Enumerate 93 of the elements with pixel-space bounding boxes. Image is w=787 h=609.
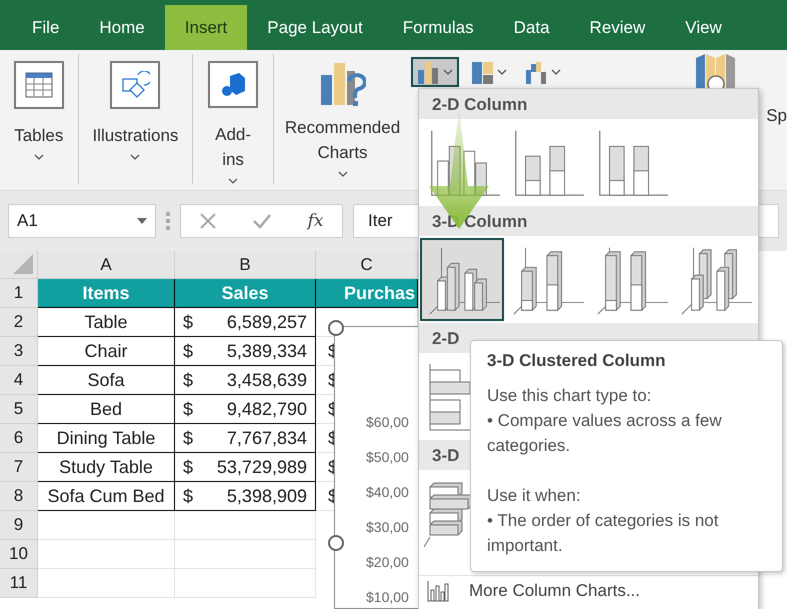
table-cell: Bed [38, 395, 175, 424]
name-box[interactable]: A1 [8, 204, 156, 238]
currency-symbol: $ [183, 398, 194, 420]
header-cell: Purchas [316, 279, 418, 308]
table-cell: 7,767,834 [226, 428, 307, 448]
hierarchy-chart-icon [471, 60, 494, 84]
group-label[interactable]: Illustrations [92, 123, 178, 148]
resize-handle[interactable] [328, 320, 344, 336]
currency-symbol: $ [183, 340, 194, 362]
corner-triangle-icon [13, 254, 33, 274]
chart-option[interactable] [420, 238, 504, 321]
tooltip-text: Use it when: • The order of categories is not important. [487, 485, 720, 557]
axis-label: $40,00 [366, 483, 409, 501]
ribbon-tab[interactable]: Review [570, 5, 666, 50]
column-header[interactable]: C [316, 251, 418, 279]
empty-cell[interactable] [175, 511, 316, 540]
axis-label: $30,00 [366, 518, 409, 536]
grip-icon [166, 212, 170, 230]
dropdown-arrow-icon[interactable] [137, 218, 147, 224]
column-header[interactable]: A [38, 251, 175, 279]
row-header[interactable]: 4 [0, 366, 38, 395]
table-button[interactable] [14, 61, 64, 109]
axis-label: $20,00 [366, 553, 409, 571]
caret-icon [34, 154, 44, 160]
cell-reference: A1 [17, 211, 38, 231]
table-cell: 6,589,257 [226, 312, 307, 332]
currency-symbol: $ [183, 456, 194, 478]
table-cell: 9,482,790 [226, 398, 307, 420]
illustrations-button[interactable] [110, 61, 160, 109]
table-cell: Sofa Cum Bed [38, 482, 175, 511]
caret-icon [443, 69, 454, 75]
check-icon[interactable] [252, 213, 271, 229]
table-cell: Chair [38, 337, 175, 366]
ribbon-tab[interactable]: Insert [164, 5, 248, 50]
ribbon-tab[interactable]: Page Layout [247, 5, 383, 50]
axis-label: $10,00 [366, 588, 409, 606]
header-cell: Sales [175, 279, 316, 308]
cancel-icon[interactable] [200, 213, 216, 229]
currency-symbol: $ [183, 370, 194, 390]
caret-icon [228, 178, 238, 184]
caret-icon [338, 171, 348, 177]
group-label[interactable]: Recommended Charts [278, 115, 408, 165]
row-header[interactable]: 8 [0, 482, 38, 511]
row-header[interactable]: 6 [0, 424, 38, 453]
empty-cell[interactable] [175, 569, 316, 598]
ribbon-tab[interactable]: Home [79, 5, 165, 50]
shapes-icon [120, 71, 150, 99]
chart-question-icon [320, 61, 366, 107]
section-header: 2-D Column [419, 89, 758, 119]
table-cell: Sofa [38, 366, 175, 395]
row-header[interactable]: 10 [0, 540, 38, 569]
row-header[interactable]: 1 [0, 279, 38, 308]
ribbon-tab[interactable]: View [665, 5, 742, 50]
ribbon-tab[interactable]: File [12, 5, 80, 50]
caret-icon [551, 69, 562, 75]
table-cell: 3,458,639 [226, 370, 307, 390]
column-chart-icon [427, 580, 449, 602]
chart-type-button[interactable] [411, 57, 460, 87]
currency-symbol: $ [183, 312, 194, 332]
table-cell: 5,389,334 [226, 340, 307, 362]
group-label[interactable]: Sp [766, 106, 787, 190]
ribbon-tab[interactable]: Data [494, 5, 570, 50]
row-header[interactable]: 3 [0, 337, 38, 366]
table-cell: 53,729,989 [216, 456, 307, 478]
table-cell: Dining Table [38, 424, 175, 453]
table-cell: Table [38, 308, 175, 337]
axis-label: $50,00 [366, 448, 409, 466]
insert-function-button[interactable]: fx [308, 211, 324, 231]
axis-label: $60,00 [366, 413, 409, 431]
ribbon-tab[interactable]: Formulas [382, 5, 494, 50]
caret-icon [497, 69, 508, 75]
tooltip-title: 3-D Clustered Column [487, 351, 667, 371]
header-cell: Items [38, 279, 175, 308]
caret-icon [130, 154, 140, 160]
add-ins-button[interactable] [208, 61, 258, 108]
column-chart-icon [417, 60, 440, 84]
group-label[interactable]: Tables [14, 123, 64, 148]
row-header[interactable]: 5 [0, 395, 38, 424]
row-header[interactable]: 7 [0, 453, 38, 482]
empty-cell[interactable] [175, 540, 316, 569]
row-header[interactable]: 11 [0, 569, 38, 598]
column-header[interactable]: B [175, 251, 316, 279]
currency-symbol: $ [183, 486, 194, 506]
table-icon [24, 71, 54, 99]
currency-symbol: $ [183, 428, 194, 448]
table-cell: Study Table [38, 453, 175, 482]
row-header[interactable]: 2 [0, 308, 38, 337]
more-charts-link[interactable]: More Column Charts... [469, 581, 640, 601]
group-label[interactable]: Add-ins [208, 122, 258, 172]
waterfall-chart-icon [525, 60, 548, 84]
table-cell: 5,398,909 [226, 486, 307, 506]
row-header[interactable]: 9 [0, 511, 38, 540]
resize-handle[interactable] [328, 535, 344, 551]
